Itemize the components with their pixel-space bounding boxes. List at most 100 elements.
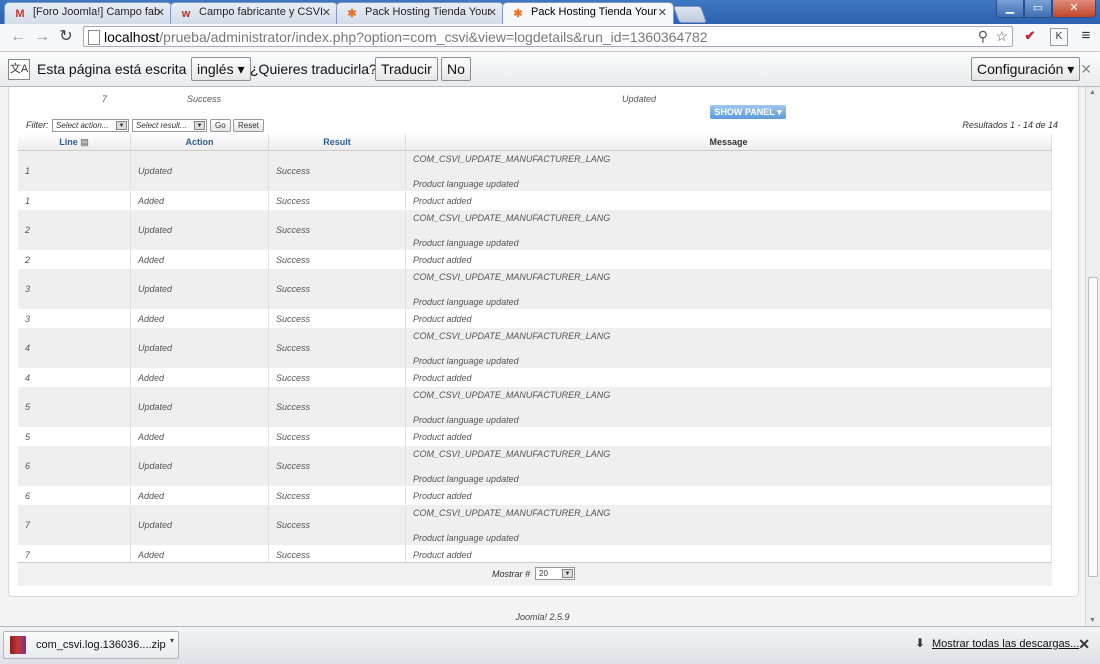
scroll-thumb[interactable]	[1088, 277, 1098, 577]
maximize-icon[interactable]: ▭	[1024, 0, 1052, 18]
url-host: localhost	[104, 29, 160, 45]
joomla-version: Joomla! 2.5.9	[515, 612, 570, 622]
joomla-icon: ✱	[347, 8, 357, 20]
cell-line: 3	[18, 269, 131, 309]
show-panel-button[interactable]: SHOW PANEL ▾	[710, 105, 786, 119]
cell-action: Updated	[130, 150, 269, 191]
tab-joomla-1[interactable]: ✱ Pack Hosting Tienda Your ✕	[336, 2, 504, 24]
action-select[interactable]: Select action... ▼	[52, 119, 129, 132]
header-message: Message	[405, 134, 1052, 151]
cell-action: Updated	[130, 446, 269, 486]
cell-line: 4	[18, 368, 131, 387]
window-controls: ▁ ▭ ✕	[996, 0, 1096, 18]
message-line: COM_CSVI_UPDATE_MANUFACTURER_LANG	[413, 271, 611, 282]
tab-wordpress[interactable]: w Campo fabricante y CSVI ✕	[170, 2, 338, 24]
header-result[interactable]: Result	[268, 134, 406, 151]
cell-line: 1	[18, 150, 131, 191]
cell-message: Product added	[405, 486, 1052, 505]
tab-title: Campo fabricante y CSVI	[199, 6, 324, 18]
download-item[interactable]: com_csvi.log.136036....zip ▾	[3, 631, 179, 659]
results-count: Resultados 1 - 14 de 14	[962, 120, 1058, 130]
extension-k-icon[interactable]: K	[1050, 28, 1068, 46]
go-button[interactable]: Go	[210, 119, 231, 132]
zoom-search-icon[interactable]: ⚲	[978, 28, 988, 45]
back-icon[interactable]: ←	[8, 27, 28, 47]
cell-result: Success	[268, 368, 406, 387]
summary-result: Success	[187, 94, 222, 104]
cell-line: 5	[18, 427, 131, 446]
download-filename: com_csvi.log.136036....zip	[36, 639, 166, 651]
cell-result: Success	[268, 309, 406, 328]
page-size-select[interactable]: 20 ▼	[535, 567, 575, 580]
page-icon	[88, 30, 100, 45]
table-row: 5 Updated Success COM_CSVI_UPDATE_MANUFACTU…	[18, 387, 1052, 427]
new-tab-button[interactable]	[672, 6, 708, 23]
extension-red-icon[interactable]: ✔	[1022, 28, 1038, 44]
cell-result: Success	[268, 505, 406, 545]
cell-message: Product added	[405, 368, 1052, 387]
close-icon[interactable]: ✕	[658, 6, 667, 19]
url-text[interactable]: localhost/prueba/administrator/index.php…	[104, 29, 708, 45]
header-result-label: Result	[323, 137, 351, 147]
table-row: 4 Added Success Product added	[18, 368, 1052, 387]
menu-icon[interactable]: ≡	[1078, 28, 1094, 44]
tab-gmail[interactable]: M [Foro Joomla!] Campo fab ✕	[4, 2, 172, 24]
close-icon[interactable]: ✕	[156, 6, 165, 19]
forward-icon[interactable]: →	[32, 27, 52, 47]
chevron-down-icon[interactable]: ▾	[170, 636, 174, 645]
cell-action: Added	[130, 368, 269, 387]
cell-result: Success	[268, 427, 406, 446]
message-line: COM_CSVI_UPDATE_MANUFACTURER_LANG	[413, 330, 611, 341]
cell-message: Product added	[405, 427, 1052, 446]
message-line: Product added	[413, 254, 472, 265]
message-line: Product language updated	[413, 178, 519, 189]
window-close-icon[interactable]: ✕	[1052, 0, 1096, 18]
bookmark-star-icon[interactable]: ☆	[995, 28, 1008, 45]
downloads-shelf: com_csvi.log.136036....zip ▾ ⬇ Mostrar t…	[0, 626, 1100, 664]
result-select[interactable]: Select result... ▼	[132, 119, 207, 132]
close-icon[interactable]: ✕	[488, 6, 497, 19]
close-icon[interactable]: ✕	[1080, 61, 1092, 78]
header-message-label: Message	[709, 137, 748, 147]
message-line: Product language updated	[413, 532, 519, 543]
address-bar[interactable]: localhost/prueba/administrator/index.php…	[83, 26, 1013, 47]
cell-result: Success	[268, 150, 406, 191]
cell-line: 1	[18, 191, 131, 210]
cell-line: 6	[18, 446, 131, 486]
table-row: 2 Updated Success COM_CSVI_UPDATE_MANUFACTU…	[18, 210, 1052, 250]
close-icon[interactable]: ✕	[1078, 636, 1090, 653]
reload-icon[interactable]: ↻	[56, 27, 76, 47]
header-action[interactable]: Action	[130, 134, 269, 151]
cell-message: COM_CSVI_UPDATE_MANUFACTURER_LANG Product…	[405, 210, 1052, 250]
page-size-value: 20	[539, 569, 548, 578]
translate-button[interactable]: Traducir	[375, 57, 438, 81]
message-line: Product added	[413, 431, 472, 442]
cell-action: Added	[130, 486, 269, 505]
cell-action: Added	[130, 309, 269, 328]
reset-button[interactable]: Reset	[233, 119, 264, 132]
filter-bar: Filter: Select action... ▼ Select result.…	[18, 118, 1058, 134]
table-row: 1 Added Success Product added	[18, 191, 1052, 210]
close-icon[interactable]: ✕	[322, 6, 331, 19]
header-line[interactable]: Line ▤	[18, 134, 131, 151]
cell-result: Success	[268, 210, 406, 250]
config-button[interactable]: Configuración ▾	[971, 57, 1081, 81]
pagination-label: Mostrar #	[492, 569, 531, 579]
minimize-icon[interactable]: ▁	[996, 0, 1024, 18]
page-scrollbar[interactable]: ▲ ▼	[1085, 87, 1100, 626]
result-select-value: Select result...	[136, 121, 187, 130]
cell-result: Success	[268, 269, 406, 309]
sort-icon: ▤	[80, 136, 89, 147]
language-select[interactable]: inglés ▾	[191, 57, 251, 81]
message-line: COM_CSVI_UPDATE_MANUFACTURER_LANG	[413, 212, 611, 223]
scroll-down-icon[interactable]: ▼	[1089, 617, 1096, 624]
show-all-downloads-link[interactable]: Mostrar todas las descargas...	[932, 638, 1079, 650]
cell-action: Updated	[130, 328, 269, 368]
scroll-up-icon[interactable]: ▲	[1089, 89, 1096, 96]
tab-joomla-active[interactable]: ✱ Pack Hosting Tienda Your ✕	[502, 2, 674, 25]
cell-action: Added	[130, 250, 269, 269]
translate-icon: 文A	[8, 59, 30, 80]
cell-result: Success	[268, 446, 406, 486]
no-button[interactable]: No	[441, 57, 471, 81]
page-content: 7 Success Updated SHOW PANEL ▾ Filter: S…	[0, 87, 1085, 626]
